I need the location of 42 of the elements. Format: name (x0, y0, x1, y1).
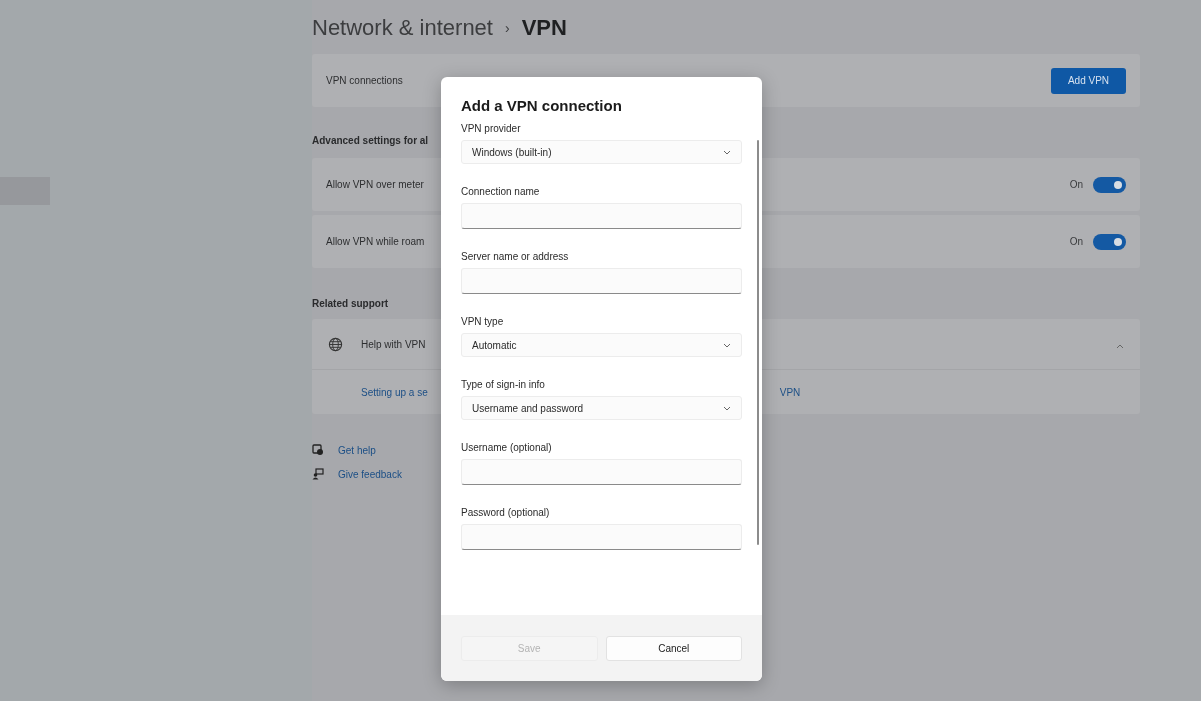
help-link[interactable]: VPN (779, 386, 801, 398)
field-label: VPN provider (461, 123, 522, 134)
input-field[interactable] (461, 268, 742, 294)
field-label: Server name or address (461, 251, 570, 262)
breadcrumb-separator: › (504, 20, 510, 36)
field-label: VPN type (461, 316, 505, 327)
add-vpn-button[interactable]: Add VPN (1051, 67, 1126, 94)
input-field[interactable] (461, 524, 742, 550)
chevron-down-icon (723, 342, 731, 348)
feedback-icon (312, 468, 324, 480)
dialog-title: Add a VPN connection (461, 97, 623, 114)
toggle-switch[interactable] (1093, 233, 1126, 250)
page-title: VPN (521, 15, 567, 41)
footer-link[interactable]: Give feedback (338, 468, 402, 480)
scrollbar[interactable] (757, 140, 759, 545)
input-field[interactable] (461, 203, 742, 229)
field-label: Type of sign-in info (461, 379, 546, 390)
toggle-status: On (1069, 179, 1083, 190)
dropdown[interactable]: Automatic (461, 333, 742, 357)
dropdown[interactable]: Windows (built-in) (461, 140, 742, 164)
setting-label: Allow VPN while roam (326, 236, 425, 247)
setting-label: VPN connections (326, 75, 403, 86)
toggle-status: On (1069, 236, 1083, 247)
help-title: Help with VPN (361, 338, 426, 350)
dialog-button[interactable]: Cancel (605, 635, 742, 661)
section-heading: Related support (312, 298, 389, 311)
section-heading: Advanced settings for al (312, 135, 429, 148)
setting-label: Allow VPN over meter (326, 179, 424, 190)
chevron-down-icon (723, 149, 731, 155)
chevron-down-icon (723, 405, 731, 411)
dropdown[interactable]: Username and password (461, 396, 742, 420)
breadcrumb-parent[interactable]: Network & internet (312, 15, 493, 41)
footer-link[interactable]: Get help (338, 444, 376, 456)
help-link[interactable]: Setting up a se (361, 386, 428, 398)
help-icon (312, 444, 324, 456)
input-field[interactable] (461, 459, 742, 485)
field-label: Connection name (461, 186, 541, 197)
toggle-switch[interactable] (1093, 176, 1126, 193)
field-label: Password (optional) (461, 507, 551, 518)
chevron-up-icon (1116, 344, 1124, 349)
globe-icon (328, 336, 343, 352)
field-label: Username (optional) (461, 442, 553, 453)
